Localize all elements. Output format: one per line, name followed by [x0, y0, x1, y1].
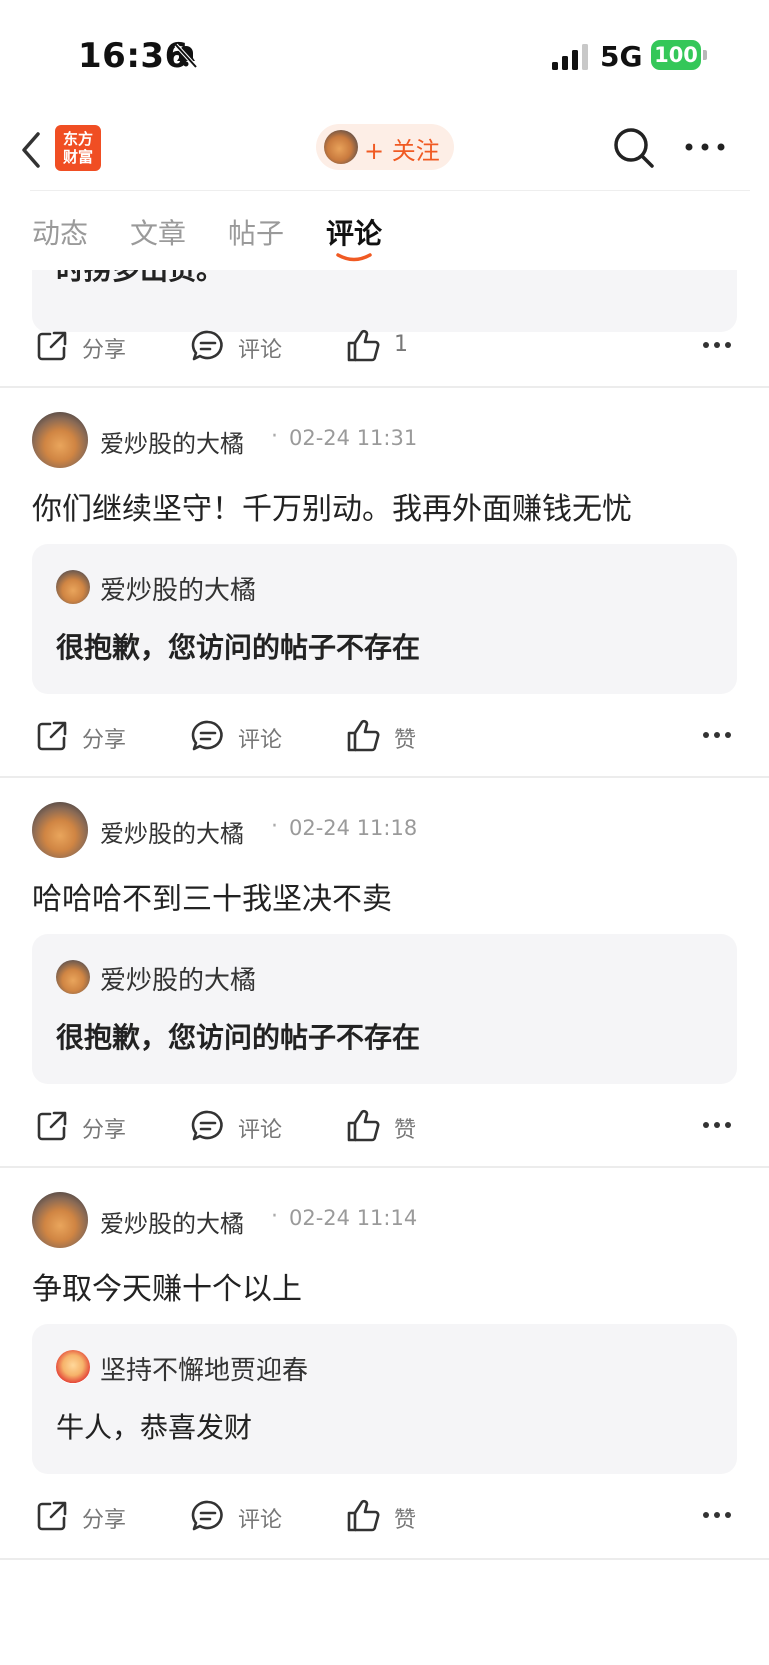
action-row: 分享 评论 赞 [0, 712, 769, 762]
status-bar: 16:36 5G 100 [0, 0, 769, 110]
thumbs-up-icon [347, 329, 380, 362]
user-avatar [324, 130, 358, 164]
author-name[interactable]: 爱炒股的大橘 [100, 424, 244, 459]
comment-label: 评论 [238, 1508, 283, 1533]
share-icon [37, 721, 67, 751]
active-tab-indicator [336, 253, 372, 262]
quoted-author-name: 爱炒股的大橘 [100, 966, 257, 996]
quoted-author-avatar [56, 960, 90, 994]
author-name[interactable]: 爱炒股的大橘 [100, 814, 244, 849]
thumbs-up-icon [347, 1109, 380, 1142]
network-type: 5G [600, 40, 643, 73]
cellular-signal-icon [552, 44, 588, 70]
tab-articles[interactable]: 文章 [130, 212, 186, 252]
tab-comments[interactable]: 评论 [326, 212, 382, 252]
divider [0, 1558, 769, 1560]
thumbs-up-icon [347, 1499, 380, 1532]
comment-label: 评论 [238, 1118, 283, 1143]
like-label: 赞 [394, 728, 417, 753]
more-icon[interactable] [702, 730, 732, 740]
more-icon[interactable] [684, 140, 726, 154]
battery-tip [703, 50, 707, 60]
action-row: 分享 评论 1 [0, 322, 769, 372]
author-name[interactable]: 爱炒股的大橘 [100, 1204, 244, 1239]
more-icon[interactable] [702, 1120, 732, 1130]
share-icon [37, 331, 67, 361]
search-icon[interactable] [612, 126, 656, 170]
user-avatar[interactable] [32, 1192, 88, 1248]
comment-icon [191, 1500, 223, 1531]
follow-button[interactable]: + 关注 [316, 124, 454, 170]
quoted-post-text: 时捞多出货。 [56, 270, 224, 288]
quoted-post-text: 很抱歉，您访问的帖子不存在 [56, 631, 421, 664]
bell-muted-icon [174, 43, 198, 69]
app-logo[interactable]: 东方 财富 [55, 125, 101, 171]
action-row: 分享 评论 赞 [0, 1492, 769, 1542]
tab-bar: 动态 文章 帖子 评论 [0, 200, 769, 270]
back-chevron-icon[interactable] [18, 130, 44, 170]
logo-line-2: 财富 [62, 148, 93, 166]
battery-icon: 100 [651, 40, 701, 70]
like-label: 赞 [394, 1118, 417, 1143]
comment-icon [191, 1110, 223, 1141]
share-label: 分享 [82, 728, 127, 753]
nav-bar: 东方 财富 + 关注 [0, 110, 769, 190]
comment-text: 争取今天赚十个以上 [32, 1272, 302, 1307]
quoted-post-text: 牛人，恭喜发财 [56, 1411, 253, 1444]
thumbs-up-icon [347, 719, 380, 752]
logo-line-1: 东方 [62, 130, 93, 148]
comment-icon [191, 720, 223, 751]
quoted-post[interactable]: 爱炒股的大橘 很抱歉，您访问的帖子不存在 [32, 934, 737, 1084]
comment-text: 哈哈哈不到三十我坚决不卖 [32, 882, 392, 917]
comment-icon [191, 330, 223, 361]
more-icon[interactable] [702, 340, 732, 350]
follow-label: + 关注 [364, 137, 440, 165]
tab-dynamics[interactable]: 动态 [32, 212, 88, 252]
tab-posts[interactable]: 帖子 [228, 212, 284, 252]
action-row: 分享 评论 赞 [0, 1102, 769, 1152]
more-icon[interactable] [702, 1510, 732, 1520]
share-label: 分享 [82, 338, 127, 363]
comment-label: 评论 [238, 728, 283, 753]
timestamp: 02-24 11:31 [289, 426, 418, 450]
like-count: 1 [394, 332, 408, 357]
nav-divider [30, 190, 750, 191]
separator-dot: · [271, 814, 278, 839]
quoted-post[interactable]: 爱炒股的大橘 很抱歉，您访问的帖子不存在 [32, 544, 737, 694]
comment-label: 评论 [238, 338, 283, 363]
timestamp: 02-24 11:18 [289, 816, 418, 840]
like-label: 赞 [394, 1508, 417, 1533]
comment-card[interactable]: 爱炒股的大橘 · 02-24 11:18 哈哈哈不到三十我坚决不卖 爱炒股的大橘… [0, 778, 769, 1166]
comment-text: 你们继续坚守！千万别动。我再外面赚钱无忧 [32, 492, 632, 527]
quoted-post-text: 很抱歉，您访问的帖子不存在 [56, 1021, 421, 1054]
user-avatar[interactable] [32, 802, 88, 858]
quoted-author-name: 爱炒股的大橘 [100, 576, 257, 606]
quoted-author-name: 坚持不懈地贾迎春 [100, 1356, 309, 1386]
separator-dot: · [271, 424, 278, 449]
share-label: 分享 [82, 1118, 127, 1143]
share-label: 分享 [82, 1508, 127, 1533]
share-icon [37, 1111, 67, 1141]
comment-card[interactable]: 爱炒股的大橘 · 02-24 11:31 你们继续坚守！千万别动。我再外面赚钱无… [0, 388, 769, 776]
user-avatar[interactable] [32, 412, 88, 468]
share-icon [37, 1501, 67, 1531]
quoted-author-avatar [56, 570, 90, 604]
quoted-post[interactable]: 坚持不懈地贾迎春 牛人，恭喜发财 [32, 1324, 737, 1474]
timestamp: 02-24 11:14 [289, 1206, 418, 1230]
comment-feed[interactable]: 时捞多出货。 分享 评论 1 [0, 270, 769, 1665]
comment-card[interactable]: 爱炒股的大橘 · 02-24 11:14 争取今天赚十个以上 坚持不懈地贾迎春 … [0, 1168, 769, 1558]
quoted-author-avatar [56, 1350, 90, 1384]
separator-dot: · [271, 1204, 278, 1229]
